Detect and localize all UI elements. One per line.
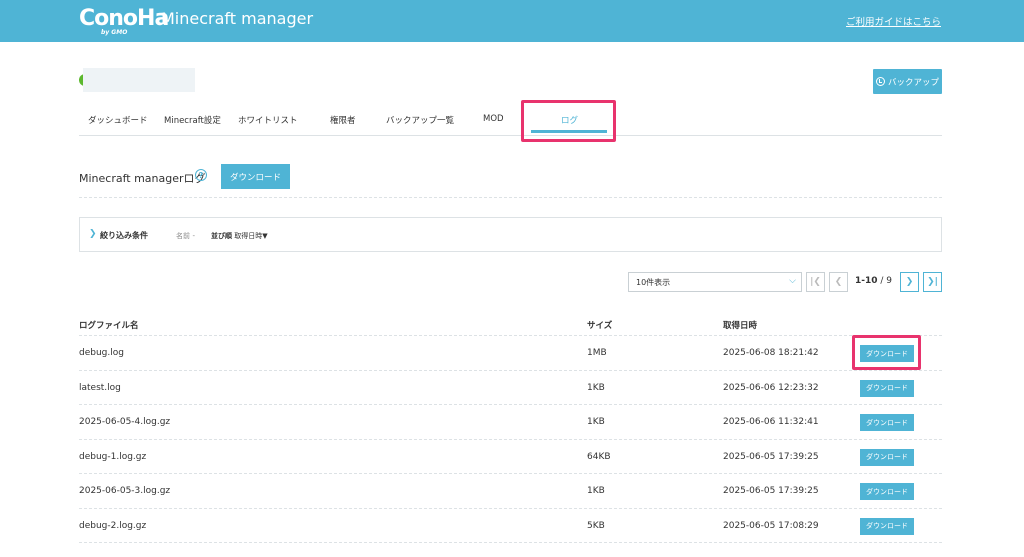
last-page-button[interactable]: ❯|: [923, 272, 942, 292]
row-download-button[interactable]: ダウンロード: [860, 379, 914, 397]
log-file-name: debug-2.log.gz: [79, 520, 147, 531]
server-name-placeholder: [83, 68, 195, 92]
download-all-button[interactable]: ダウンロード: [221, 164, 290, 189]
log-file-size: 1KB: [587, 417, 605, 427]
conoha-logo[interactable]: ConoHa by GMO: [79, 6, 169, 36]
log-file-date: 2025-06-05 17:08:29: [723, 520, 819, 531]
tab-whitelist[interactable]: ホワイトリスト: [238, 114, 298, 126]
row-download-button[interactable]: ダウンロード: [860, 448, 914, 466]
active-tab-indicator: [531, 130, 607, 133]
filter-sort-value: 取得日時▼: [234, 232, 268, 240]
app-title: Minecraft manager: [161, 9, 314, 28]
row-divider: [79, 404, 942, 405]
tab-bar: ダッシュボード Minecraft設定 ホワイトリスト 権限者 バックアップ一覧…: [79, 106, 942, 136]
row-divider: [79, 473, 942, 474]
column-header-size: サイズ: [587, 321, 613, 331]
log-file-size: 1KB: [587, 486, 605, 496]
log-file-date: 2025-06-05 17:39:25: [723, 451, 819, 462]
row-download-button[interactable]: ダウンロード: [860, 414, 914, 431]
log-file-size: 5KB: [587, 520, 605, 531]
help-icon[interactable]: ?: [195, 169, 207, 181]
guide-link[interactable]: ご利用ガイドはこちら: [846, 14, 941, 28]
filter-sort-label: 並び順: [211, 232, 232, 240]
row-download-button[interactable]: ダウンロード: [860, 483, 914, 500]
row-divider: [79, 542, 942, 543]
log-file-date: 2025-06-08 18:21:42: [723, 348, 819, 358]
column-header-name: ログファイル名: [79, 321, 139, 331]
tab-backup-list[interactable]: バックアップ一覧: [386, 114, 454, 126]
log-file-date: 2025-06-06 11:32:41: [723, 417, 819, 427]
backup-button[interactable]: バックアップ: [873, 69, 942, 94]
prev-page-button[interactable]: ❮: [829, 272, 848, 292]
column-header-date: 取得日時: [723, 321, 758, 331]
page-total: 9: [886, 276, 893, 286]
log-file-name: 2025-06-05-4.log.gz: [79, 417, 171, 427]
filter-sort: 並び順 取得日時▼: [211, 231, 268, 241]
log-file-name: debug.log: [79, 348, 124, 358]
tab-minecraft-settings[interactable]: Minecraft設定: [164, 114, 221, 126]
row-download-button[interactable]: ダウンロード: [860, 345, 914, 362]
filter-name-label: 名前: [176, 232, 190, 240]
first-page-button[interactable]: |❮: [806, 272, 825, 292]
logo-sub: by GMO: [101, 29, 128, 36]
page-info: 1-10 / 9: [855, 276, 893, 286]
tab-dashboard[interactable]: ダッシュボード: [88, 114, 148, 126]
top-bar: ConoHa by GMO Minecraft manager ご利用ガイドはこ…: [0, 0, 1024, 42]
filter-name: 名前 -: [176, 231, 195, 241]
tab-mod[interactable]: MOD: [483, 114, 504, 124]
log-file-size: 64KB: [587, 451, 611, 462]
log-file-size: 1MB: [587, 348, 607, 358]
next-page-button[interactable]: ❯: [900, 272, 919, 292]
filter-label[interactable]: 絞り込み条件: [100, 230, 148, 241]
log-file-name: debug-1.log.gz: [79, 451, 147, 462]
log-file-date: 2025-06-06 12:23:32: [723, 382, 819, 393]
chevron-right-icon[interactable]: ❯: [89, 229, 97, 239]
per-page-select[interactable]: 10件表示 ⌵: [628, 272, 802, 292]
log-file-size: 1KB: [587, 382, 605, 393]
row-divider: [79, 507, 942, 509]
per-page-value: 10件表示: [636, 277, 671, 287]
clock-icon: [875, 77, 885, 86]
tab-operators[interactable]: 権限者: [330, 114, 356, 126]
tab-log[interactable]: ログ: [561, 114, 578, 126]
page-range: 1-10: [855, 276, 878, 286]
section-title: Minecraft managerログ: [79, 172, 206, 185]
row-divider: [79, 438, 942, 440]
backup-button-label: バックアップ: [887, 77, 939, 88]
log-file-date: 2025-06-05 17:39:25: [723, 486, 819, 496]
filter-panel[interactable]: ❯ 絞り込み条件 名前 - 並び順 取得日時▼: [79, 217, 942, 252]
log-file-name: latest.log: [79, 382, 121, 393]
chevron-down-icon: ⌵: [789, 276, 796, 286]
row-divider: [79, 369, 942, 371]
divider: [79, 197, 942, 198]
row-download-button[interactable]: ダウンロード: [860, 517, 914, 535]
filter-name-value: -: [192, 232, 195, 240]
row-divider: [79, 335, 942, 336]
log-file-name: 2025-06-05-3.log.gz: [79, 486, 171, 496]
